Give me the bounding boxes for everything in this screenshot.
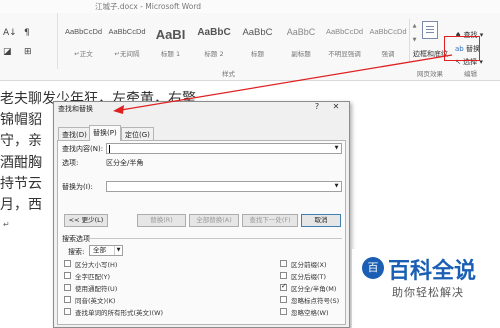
style-name: 不明显强调 [328,50,361,58]
option-label: 全字匹配(Y) [75,273,111,281]
style-option[interactable]: AaBbCcDd ↵正文 [62,19,105,61]
style-name: 强调 [381,50,395,58]
option-label: 忽略标点符号(S) [291,297,340,305]
style-sample: AaBbCcDd [108,27,146,36]
replace-tab-panel: 查找内容(N): ▼ 选项: 区分全/半角 替换为(I): ▼ << 更少(L)… [57,140,346,325]
window-title: 江城子.docx - Microsoft Word [95,2,202,11]
option-checkbox[interactable] [64,272,71,279]
option-checkbox[interactable] [280,296,287,303]
brand-logo-icon: 百 [362,257,384,279]
style-sample: AaBbCcDd [64,27,103,36]
doc-line: 酒酣胸 [0,155,42,171]
find-replace-dialog: 查找和替换 ? ✕ 查找(D) 替换(P) 定位(G) 查找内容(N): ▼ 选… [53,101,350,328]
search-direction-select[interactable]: 全部 ▼ [89,245,123,256]
option-label: 查找单词的所有形式(英文)(W) [75,309,164,317]
style-name: ↵正文 [74,50,93,58]
styles-group-label: 样式 [222,70,235,78]
style-name: ↵无间隔 [114,50,140,58]
highlight-replace-box [444,36,480,61]
style-name: 标题 1 [160,50,181,58]
search-options-title: 搜索选项 [62,235,90,243]
replace-with-input[interactable]: ▼ [106,181,342,192]
edit-group-label: 编辑 [464,70,477,78]
watermark-subtitle: 助你轻松解决 [392,286,464,299]
watermark: 百 百科全说 助你轻松解决 [352,249,500,328]
page-effects-group-label: 网页效果 [417,70,443,78]
less-button[interactable]: << 更少(L) [64,214,108,227]
option-checkbox[interactable] [280,282,287,291]
style-option[interactable]: AaBbC 标题 [236,19,279,61]
replace-with-label: 替换为(I): [62,183,93,191]
style-option[interactable]: AaBbC 标题 2 [193,19,236,61]
doc-line: 锦帽貂 [0,112,42,128]
style-option[interactable]: AaBI 标题 1 [149,19,192,61]
style-option[interactable]: AaBbCcDd 强调 [367,19,410,61]
divider [90,238,342,239]
option-label: 忽略空格(W) [291,309,329,317]
search-direction-label: 搜索: [68,248,85,256]
tab-replace[interactable]: 替换(P) [89,125,121,141]
chevron-down-icon[interactable]: ▼ [332,144,341,153]
tab-goto[interactable]: 定位(G) [121,127,154,140]
style-name: 标题 2 [204,50,224,58]
show-marks-icon[interactable]: ¶ [24,28,30,38]
style-sample: AaBbCcDd [369,27,407,36]
option-checkbox[interactable] [64,260,71,267]
option-checkbox[interactable] [64,284,71,291]
option-label: 使用通配符(U) [75,285,118,293]
option-checkbox[interactable] [64,308,71,315]
cancel-button[interactable]: 取消 [301,214,341,227]
option-checkbox[interactable] [280,308,287,315]
help-icon[interactable]: ? [311,102,323,114]
sort-icon[interactable]: A↓ [3,28,17,38]
option-label: 区分前缀(X) [291,261,327,269]
ribbon-paragraph-group: A↓ ¶ ◪ ⊞ [0,13,58,69]
find-what-label: 查找内容(N): [62,145,104,153]
style-sample: AaBbC [286,27,316,37]
replace-all-button[interactable]: 全部替换(A) [189,214,239,227]
title-bar: 江城子.docx - Microsoft Word [0,0,500,13]
text-cursor [109,145,110,153]
borders-shading-icon[interactable] [422,21,438,39]
style-option[interactable]: AaBbC 副标题 [280,19,323,61]
chevron-down-icon[interactable]: ▼ [332,182,341,191]
shading-icon[interactable]: ◪ [3,47,12,57]
find-what-input[interactable]: ▼ [106,143,342,154]
dialog-title: 查找和替换 [58,105,93,113]
style-option[interactable]: AaBbCcDd ↵无间隔 [106,19,149,61]
ribbon: A↓ ¶ ◪ ⊞ AaBbCcDd 强调 AaBbCcDd 不明显强调 AaBbC 副标题… [0,13,500,81]
option-checkbox[interactable] [280,260,287,267]
find-next-button[interactable]: 查找下一处(F) [242,214,298,227]
doc-line: 持节云 [0,176,42,192]
styles-gallery: AaBbCcDd 强调 AaBbCcDd 不明显强调 AaBbC 副标题 AaBbC 标题 Aa… [62,19,419,63]
tab-find[interactable]: 查找(D) [58,127,91,140]
paragraph-mark-icon: ↵ [3,220,10,229]
watermark-title: 百科全说 [388,259,477,284]
style-name: 标题 [251,50,264,58]
option-label: 区分大小写(H) [75,261,118,269]
search-direction-value: 全部 [93,246,106,254]
option-label: 区分全/半角(M) [291,285,337,293]
style-option[interactable]: AaBbCcDd 不明显强调 [323,19,366,61]
style-name: 副标题 [291,50,311,58]
chevron-down-icon: ▼ [114,246,122,255]
borders-shading-button[interactable]: 边框和底纹 [413,49,448,59]
options-value: 区分全/半角 [106,159,144,167]
options-label: 选项: [62,159,79,167]
style-sample: AaBI [155,27,186,42]
option-checkbox[interactable] [64,296,71,303]
option-label: 同音(英文)(K) [75,297,116,305]
style-sample: AaBbC [197,27,231,38]
doc-line: 月，西 [0,197,42,213]
style-sample: AaBbCcDd [325,27,364,36]
option-checkbox[interactable] [280,272,287,279]
close-icon[interactable]: ✕ [329,102,343,114]
style-sample: AaBbC [242,27,273,38]
border-icon[interactable]: ⊞ [24,47,32,57]
replace-button[interactable]: 替换(R) [137,214,186,227]
option-label: 区分后缀(T) [291,273,327,281]
doc-line: 守，亲 [0,133,42,149]
